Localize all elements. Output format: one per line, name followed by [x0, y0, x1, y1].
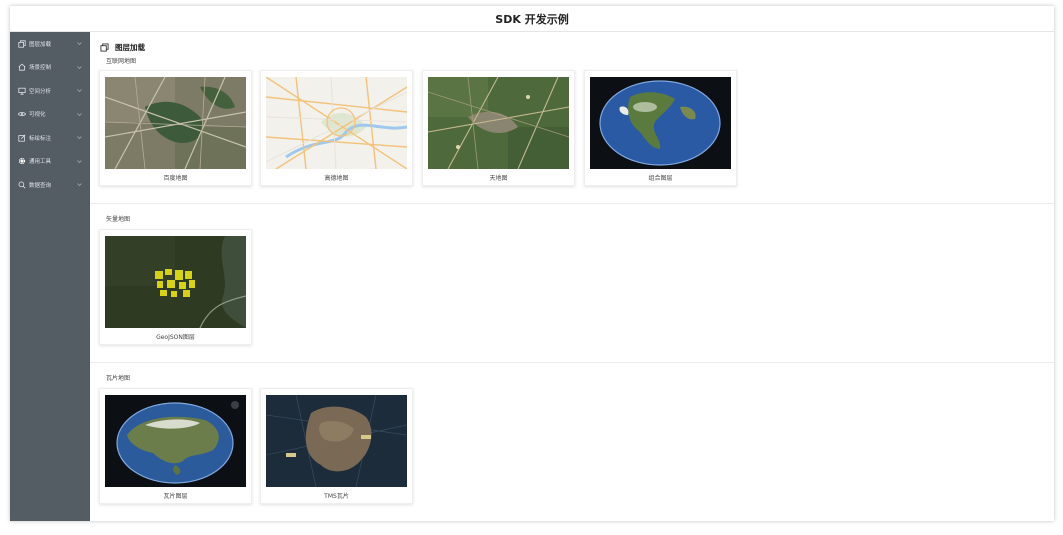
- chevron-down-icon: [76, 111, 82, 117]
- chevron-down-icon: [76, 88, 82, 94]
- layers-icon: [100, 42, 109, 52]
- section-divider: [90, 362, 1054, 363]
- monitor-icon: [17, 86, 26, 95]
- section-divider: [90, 203, 1054, 204]
- card-label: GeoJSON图层: [156, 334, 195, 341]
- sidebar-item-label: 通用工具: [29, 159, 52, 166]
- sidebar-item-spatial-analysis[interactable]: 空间分析: [10, 79, 90, 103]
- chevron-down-icon: [76, 41, 82, 47]
- edit-icon: [17, 133, 26, 142]
- card-label: 组合图层: [648, 175, 673, 182]
- gear-icon: [17, 157, 26, 166]
- card-amap-map[interactable]: 高德地图: [260, 70, 413, 186]
- title-bar: SDK 开发示例: [10, 6, 1054, 32]
- sidebar-item-label: 场景控制: [29, 65, 52, 72]
- sidebar-item-common-tools[interactable]: 通用工具: [10, 150, 90, 174]
- thumbnail-geojson: [105, 236, 246, 328]
- app-title: SDK 开发示例: [495, 12, 569, 26]
- section-title-internet-maps: 互联网地图: [106, 58, 137, 65]
- chevron-down-icon: [76, 182, 82, 188]
- sidebar-item-label: 可视化: [29, 112, 46, 119]
- thumbnail-globe-america: [590, 77, 731, 169]
- chevron-down-icon: [76, 135, 82, 141]
- card-baidu-map[interactable]: 百度地图: [99, 70, 252, 186]
- thumbnail-globe-asia: [105, 395, 246, 487]
- card-tms-tiles[interactable]: TMS瓦片: [260, 388, 413, 504]
- thumbnail-road-map: [266, 77, 407, 169]
- card-label: 百度地图: [163, 175, 188, 182]
- card-tile-layer[interactable]: 瓦片图层: [99, 388, 252, 504]
- thumbnail-tms-dark: [266, 395, 407, 487]
- search-icon: [17, 180, 26, 189]
- sidebar-item-visualization[interactable]: 可视化: [10, 103, 90, 127]
- sidebar: 图层加载 场景控制 空间分析 可视化 标绘标注 通用工具 数据查询: [10, 32, 90, 521]
- app-window: SDK 开发示例 图层加载 场景控制 空间分析 可视化 标绘标注 通用工具 数据…: [10, 6, 1054, 521]
- card-label: 瓦片图层: [163, 493, 188, 500]
- card-combined-layer[interactable]: 组合图层: [584, 70, 737, 186]
- sidebar-item-label: 图层加载: [29, 41, 52, 48]
- sidebar-item-label: 空间分析: [29, 88, 52, 95]
- card-label: 高德地图: [324, 175, 349, 182]
- page-title: 图层加载: [115, 42, 145, 52]
- chevron-down-icon: [76, 64, 82, 70]
- thumbnail-green-satellite: [428, 77, 569, 169]
- sidebar-item-layer-loading[interactable]: 图层加载: [10, 32, 90, 56]
- card-label: TMS瓦片: [324, 493, 349, 500]
- card-tianditu-map[interactable]: 天地图: [422, 70, 575, 186]
- card-label: 天地图: [489, 175, 508, 182]
- page-header: 图层加载: [100, 41, 145, 53]
- sidebar-item-scene-control[interactable]: 场景控制: [10, 56, 90, 80]
- main-content: 图层加载 互联网地图 百度地图 高德地图 天地图 组合图层 矢量地图 GeoJS…: [90, 32, 1054, 521]
- section-title-vector-maps: 矢量地图: [106, 216, 131, 223]
- eye-icon: [17, 110, 26, 119]
- thumbnail-city-satellite: [105, 77, 246, 169]
- sidebar-item-plotting[interactable]: 标绘标注: [10, 126, 90, 150]
- sidebar-item-data-query[interactable]: 数据查询: [10, 173, 90, 197]
- home-icon: [17, 63, 26, 72]
- card-geojson-layer[interactable]: GeoJSON图层: [99, 229, 252, 345]
- chevron-down-icon: [76, 158, 82, 164]
- sidebar-item-label: 数据查询: [29, 182, 52, 189]
- layers-icon: [17, 39, 26, 48]
- section-title-tile-maps: 瓦片地图: [106, 375, 131, 382]
- sidebar-item-label: 标绘标注: [29, 135, 52, 142]
